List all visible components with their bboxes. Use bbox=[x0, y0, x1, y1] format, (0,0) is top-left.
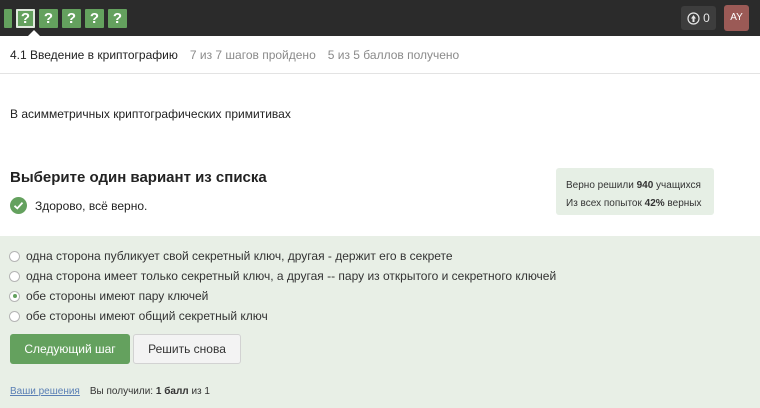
feedback-correct: Здорово, всё верно. bbox=[10, 197, 147, 214]
solved-prefix: Верно решили bbox=[566, 180, 637, 191]
question-text: В асимметричных криптографических примит… bbox=[10, 107, 291, 121]
step-3[interactable]: ? bbox=[62, 9, 81, 28]
option-label: обе стороны имеют общий секретный ключ bbox=[26, 309, 268, 323]
option-1[interactable]: одна сторона публикует свой секретный кл… bbox=[9, 246, 556, 266]
reputation-value: 0 bbox=[703, 11, 710, 25]
step-5[interactable]: ? bbox=[108, 9, 127, 28]
option-4[interactable]: обе стороны имеют общий секретный ключ bbox=[9, 306, 556, 326]
step-marker-0[interactable] bbox=[4, 9, 12, 28]
answers-area: одна сторона публикует свой секретный кл… bbox=[0, 236, 760, 408]
solved-stat: Верно решили 940 учащихся bbox=[566, 177, 714, 195]
option-label: обе стороны имеют пару ключей bbox=[26, 289, 209, 303]
retry-button[interactable]: Решить снова bbox=[133, 334, 241, 364]
step-1[interactable]: ? bbox=[16, 9, 35, 28]
next-step-button[interactable]: Следующий шаг bbox=[10, 334, 130, 364]
step-4[interactable]: ? bbox=[85, 9, 104, 28]
received-prefix: Вы получили: bbox=[89, 386, 156, 397]
received-score-value: 1 балл bbox=[155, 386, 189, 397]
lesson-header: 4.1 Введение в криптографию 7 из 7 шагов… bbox=[0, 36, 760, 74]
submission-footer: Ваши решения Вы получили: 1 балл из 1 bbox=[10, 386, 210, 397]
radio-button[interactable] bbox=[9, 310, 20, 322]
attempts-stat: Из всех попыток 42% верных bbox=[566, 195, 714, 213]
check-circle-icon bbox=[10, 197, 27, 214]
attempts-percent: 42% bbox=[644, 198, 665, 209]
rating-icon bbox=[687, 11, 700, 25]
option-2[interactable]: одна сторона имеет только секретный ключ… bbox=[9, 266, 556, 286]
radio-button[interactable] bbox=[9, 250, 20, 262]
points-progress: 5 из 5 баллов получено bbox=[327, 47, 460, 62]
avatar[interactable]: AY bbox=[724, 5, 749, 31]
your-solutions-link[interactable]: Ваши решения bbox=[10, 386, 80, 397]
top-bar: ? ? ? ? ? 0 AY bbox=[0, 0, 760, 36]
received-score: Вы получили: 1 балл из 1 bbox=[90, 386, 210, 397]
options-list: одна сторона публикует свой секретный кл… bbox=[9, 246, 556, 326]
lesson-title[interactable]: 4.1 Введение в криптографию bbox=[10, 48, 178, 62]
attempts-suffix: верных bbox=[664, 198, 702, 209]
received-suffix: из 1 bbox=[188, 386, 210, 397]
step-navigation: ? ? ? ? ? bbox=[4, 9, 131, 28]
solved-count: 940 bbox=[636, 180, 654, 191]
radio-button[interactable] bbox=[9, 270, 20, 282]
option-label: одна сторона публикует свой секретный кл… bbox=[26, 249, 453, 263]
option-label: одна сторона имеет только секретный ключ… bbox=[26, 269, 557, 283]
option-3[interactable]: обе стороны имеют пару ключей bbox=[9, 286, 556, 306]
step-2[interactable]: ? bbox=[39, 9, 58, 28]
reputation-badge[interactable]: 0 bbox=[681, 6, 716, 30]
quiz-prompt: Выберите один вариант из списка bbox=[10, 169, 267, 186]
steps-progress: 7 из 7 шагов пройдено bbox=[189, 47, 316, 62]
feedback-text: Здорово, всё верно. bbox=[35, 198, 148, 213]
stats-box: Верно решили 940 учащихся Из всех попыто… bbox=[556, 168, 714, 215]
attempts-prefix: Из всех попыток bbox=[566, 198, 645, 209]
radio-button-selected[interactable] bbox=[9, 290, 20, 302]
solved-suffix: учащихся bbox=[653, 180, 701, 191]
